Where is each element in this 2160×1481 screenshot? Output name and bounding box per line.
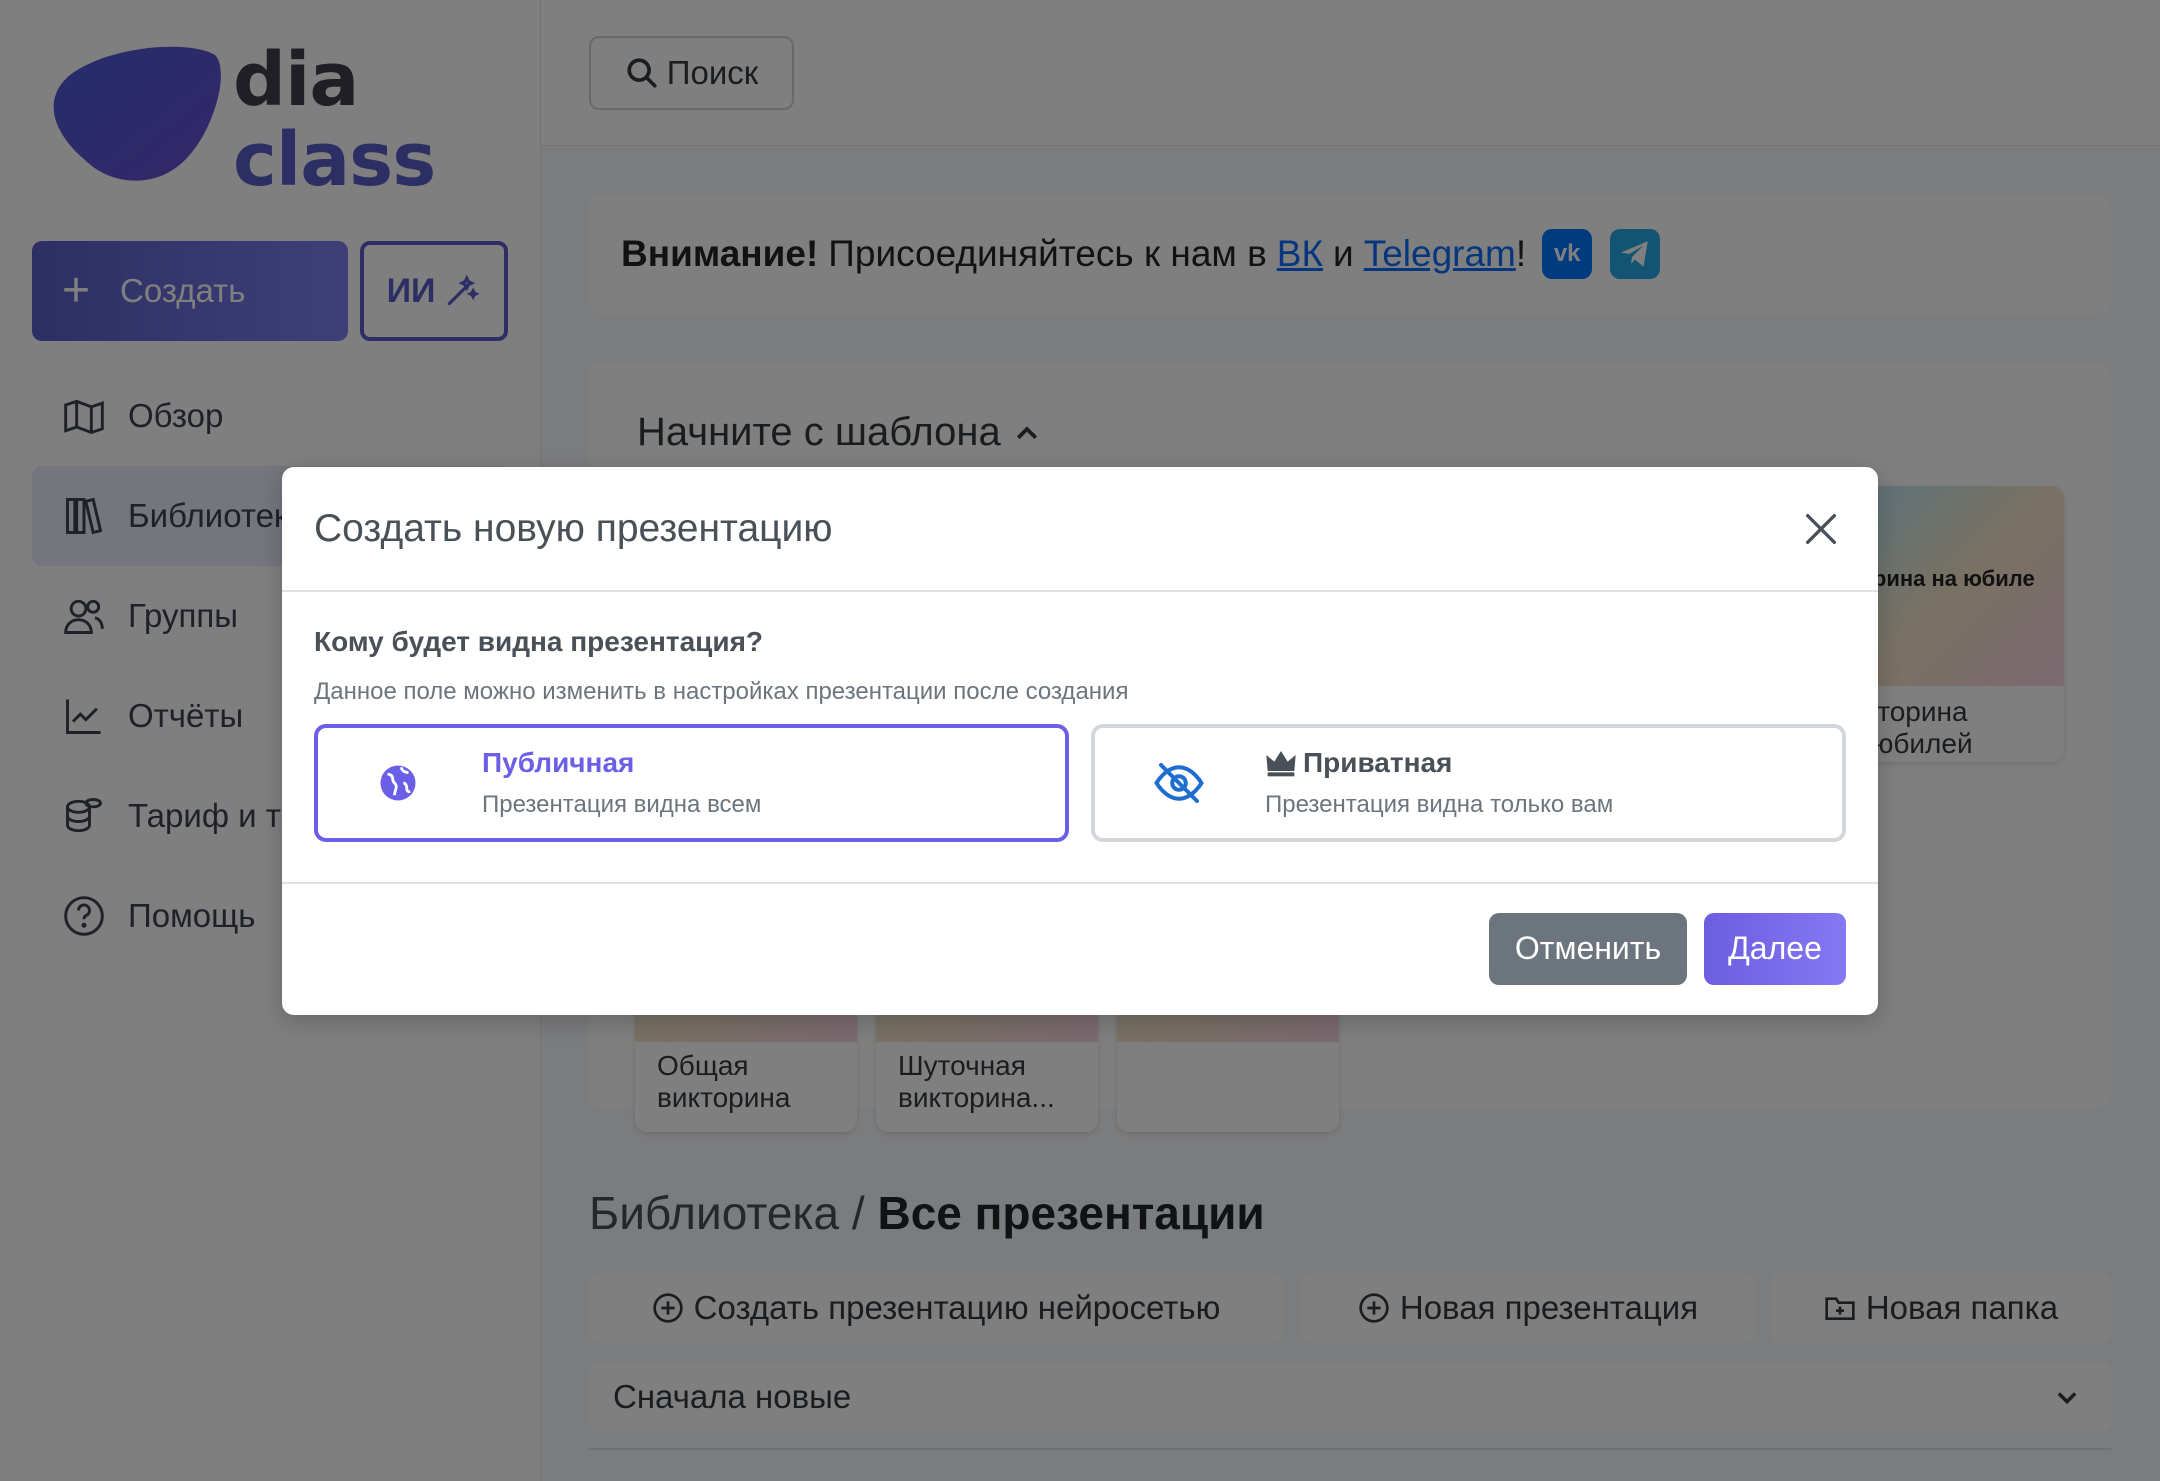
modal-title: Создать новую презентацию bbox=[314, 506, 833, 550]
visibility-options: Публичная Презентация видна всем Приватн… bbox=[314, 724, 1846, 842]
private-option-title-label: Приватная bbox=[1303, 747, 1453, 778]
create-presentation-modal: Создать новую презентацию Кому будет вид… bbox=[282, 467, 1878, 1015]
public-option[interactable]: Публичная Презентация видна всем bbox=[314, 724, 1069, 842]
private-option-title: Приватная bbox=[1265, 747, 1613, 779]
crown-icon bbox=[1266, 751, 1296, 777]
modal-header: Создать новую презентацию bbox=[282, 467, 1878, 592]
visibility-hint: Данное поле можно изменить в настройках … bbox=[314, 678, 1129, 705]
public-option-desc: Презентация видна всем bbox=[482, 791, 762, 818]
visibility-question: Кому будет видна презентация? bbox=[314, 626, 764, 657]
close-button[interactable] bbox=[1796, 504, 1846, 554]
modal-footer: Отменить Далее bbox=[282, 884, 1878, 1013]
next-button[interactable]: Далее bbox=[1704, 912, 1846, 985]
public-option-text: Публичная Презентация видна всем bbox=[482, 747, 761, 819]
public-option-title: Публичная bbox=[482, 747, 635, 778]
eye-slash-icon bbox=[1143, 747, 1215, 819]
cancel-button[interactable]: Отменить bbox=[1489, 912, 1687, 985]
close-icon bbox=[1806, 513, 1836, 544]
private-option-desc: Презентация видна только вам bbox=[1265, 791, 1614, 818]
private-option[interactable]: Приватная Презентация видна только вам bbox=[1091, 724, 1846, 842]
modal-body: Кому будет видна презентация? Данное пол… bbox=[282, 592, 1878, 884]
globe-icon bbox=[362, 747, 434, 819]
private-option-text: Приватная Презентация видна только вам bbox=[1265, 747, 1613, 819]
